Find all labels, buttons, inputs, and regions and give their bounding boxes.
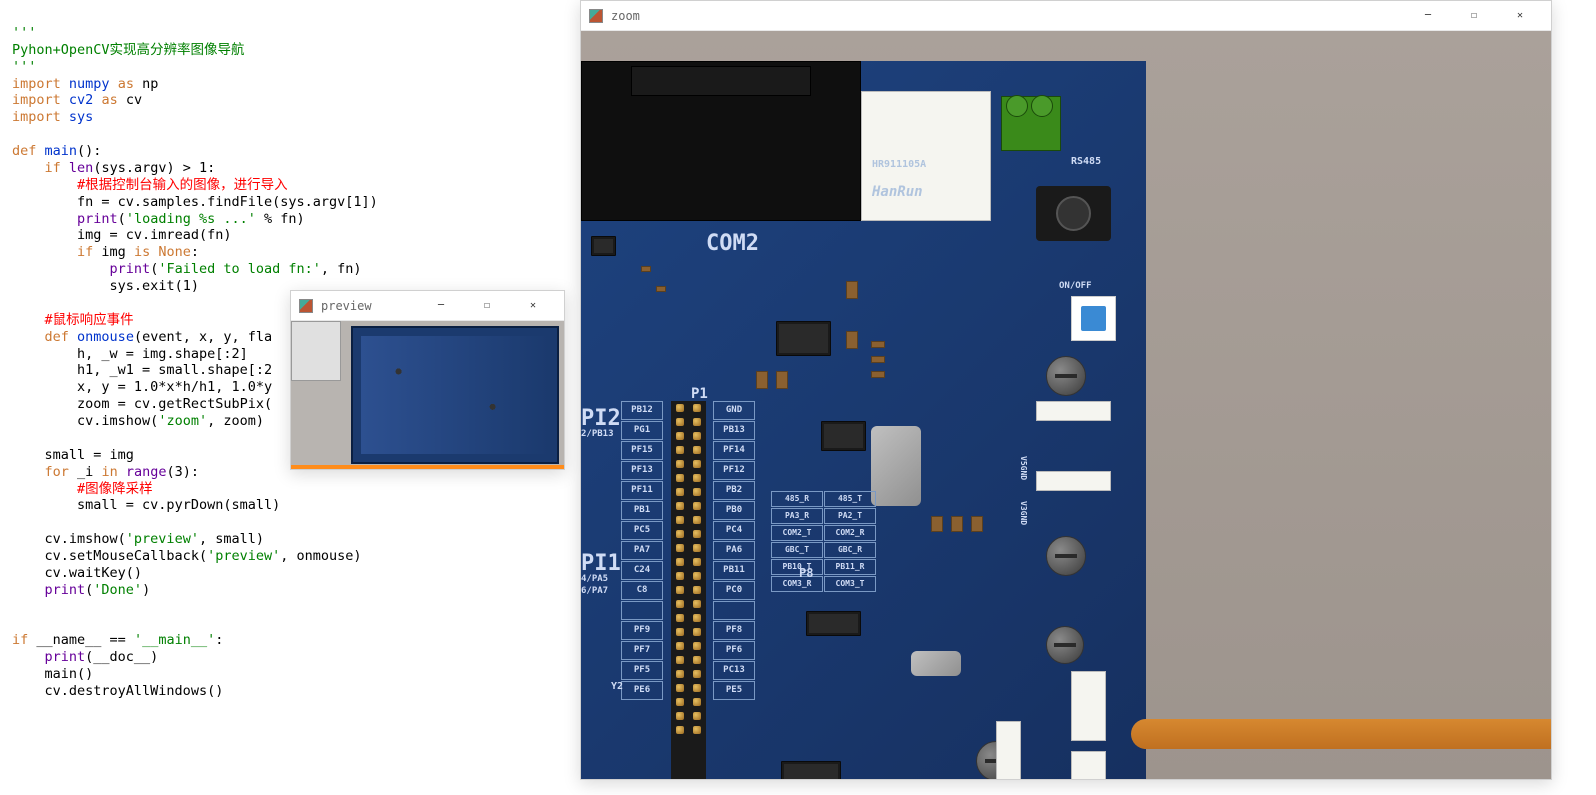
pin-label: PG1 <box>621 421 663 440</box>
pin-label: PA7 <box>621 541 663 560</box>
pin-label: PF5 <box>621 661 663 680</box>
pin-label: PF6 <box>713 641 755 660</box>
pin-label: PC4 <box>713 521 755 540</box>
pin-label: PC5 <box>621 521 663 540</box>
maximize-button[interactable]: ☐ <box>464 291 510 321</box>
pin-label: PF8 <box>713 621 755 640</box>
preview-image-viewport[interactable] <box>291 321 564 469</box>
pin-label: PC13 <box>713 661 755 680</box>
close-button[interactable]: ✕ <box>1497 1 1543 31</box>
pin-label: PA6 <box>713 541 755 560</box>
code-title: Pyhon+OpenCV实现高分辨率图像导航 <box>12 42 245 58</box>
pin-label: PF13 <box>621 461 663 480</box>
silk-label: PA2_T <box>824 508 876 524</box>
pin-label: C24 <box>621 561 663 580</box>
pcb-board: HanRun HR911105A RS485 COM2 ON/OFF <box>581 61 1146 779</box>
pin-label: GND <box>713 401 755 420</box>
silk-label: PB10_T <box>771 559 823 575</box>
pin-label <box>713 601 755 620</box>
silk-label: COM2_T <box>771 525 823 541</box>
preview-icon <box>299 299 313 313</box>
pin-label: PB11 <box>713 561 755 580</box>
pin-label: PC0 <box>713 581 755 600</box>
silk-label: GBC_R <box>824 542 876 558</box>
maximize-button[interactable]: ☐ <box>1451 1 1497 31</box>
pin-label: PE5 <box>713 681 755 700</box>
pin-label: PF15 <box>621 441 663 460</box>
orange-scroll-indicator <box>1131 719 1551 749</box>
docstring-close: ''' <box>12 59 36 75</box>
pin-label: PF12 <box>713 461 755 480</box>
silk-label: GBC_T <box>771 542 823 558</box>
silk-label: COM3_T <box>824 576 876 592</box>
pin-label: PF11 <box>621 481 663 500</box>
pin-label: PF14 <box>713 441 755 460</box>
pin-label: C8 <box>621 581 663 600</box>
pin-label: PB0 <box>713 501 755 520</box>
preview-titlebar[interactable]: preview ─ ☐ ✕ <box>291 291 564 321</box>
zoom-window[interactable]: zoom ─ ☐ ✕ HanRun HR911105A <box>580 0 1552 780</box>
close-button[interactable]: ✕ <box>510 291 556 321</box>
preview-title: preview <box>321 299 372 313</box>
docstring-open: ''' <box>12 25 36 41</box>
minimize-button[interactable]: ─ <box>1405 1 1451 31</box>
minimize-button[interactable]: ─ <box>418 291 464 321</box>
silk-label: 485_R <box>771 491 823 507</box>
pin-label: PB12 <box>621 401 663 420</box>
silk-label: PA3_R <box>771 508 823 524</box>
zoom-icon <box>589 9 603 23</box>
zoom-image-viewport[interactable]: HanRun HR911105A RS485 COM2 ON/OFF <box>581 31 1551 779</box>
pin-label: PE6 <box>621 681 663 700</box>
pin-label <box>621 601 663 620</box>
pin-label: PB13 <box>713 421 755 440</box>
pin-label: PB2 <box>713 481 755 500</box>
preview-window[interactable]: preview ─ ☐ ✕ <box>290 290 565 470</box>
pin-label: PF9 <box>621 621 663 640</box>
zoom-title: zoom <box>611 9 640 23</box>
silk-label: COM2_R <box>824 525 876 541</box>
silk-label: 485_T <box>824 491 876 507</box>
silk-label: PB11_R <box>824 559 876 575</box>
pin-label: PB1 <box>621 501 663 520</box>
pin-label: PF7 <box>621 641 663 660</box>
silk-label: COM3_R <box>771 576 823 592</box>
zoom-titlebar[interactable]: zoom ─ ☐ ✕ <box>581 1 1551 31</box>
